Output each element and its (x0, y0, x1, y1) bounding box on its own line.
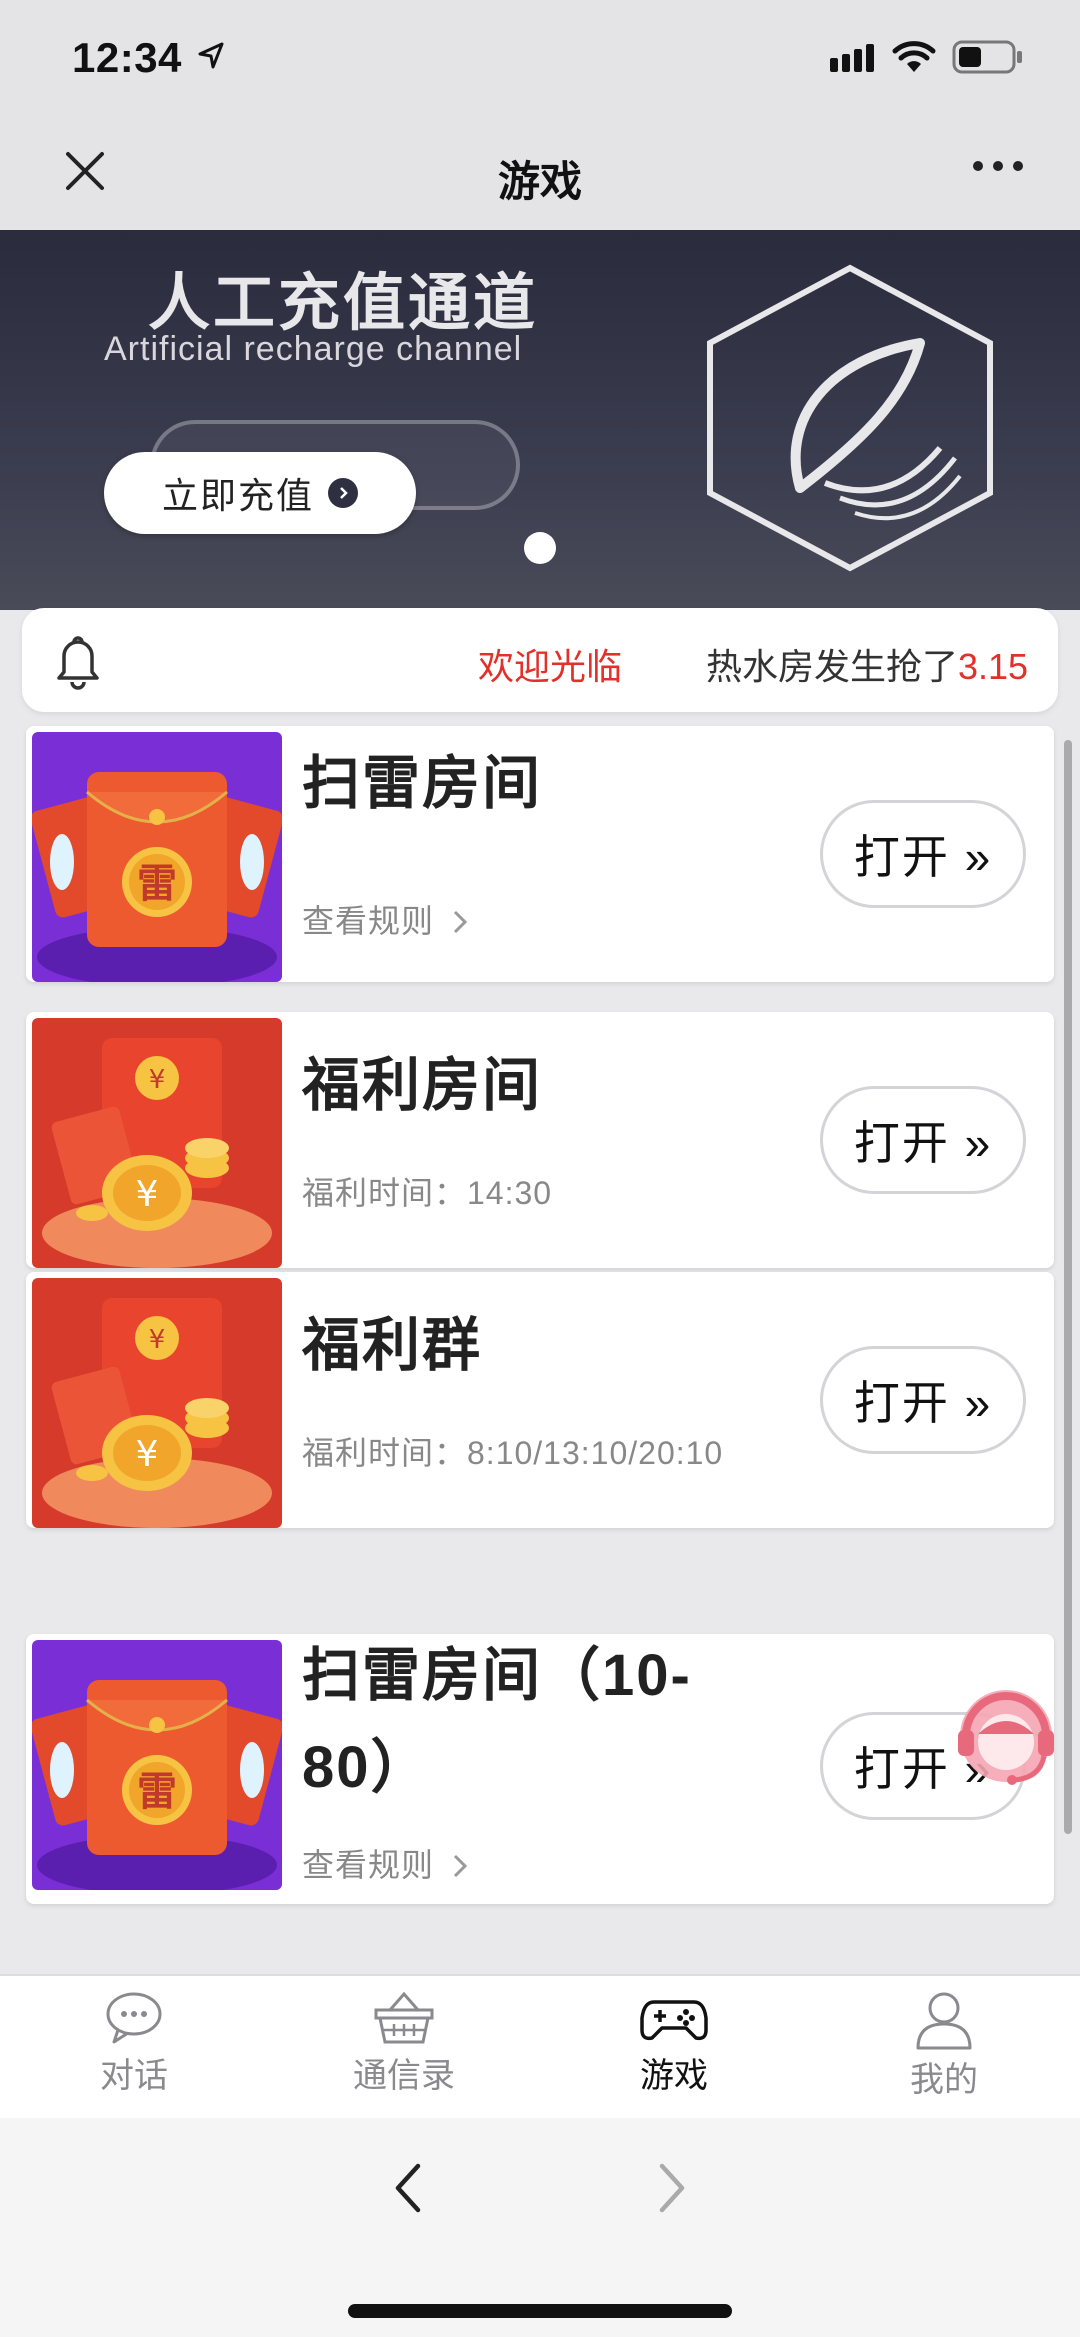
back-arrow-icon[interactable] (388, 2158, 428, 2218)
red-envelope-coins-icon: ¥ ¥ (32, 1278, 282, 1528)
gamepad-icon (640, 2000, 708, 2041)
notice-message: 热水房发生抢了3.15 (706, 646, 1029, 687)
notice-bar: 欢迎光临 热水房发生抢了3.15 (22, 608, 1058, 712)
tab-label: 我的 (910, 2061, 978, 2099)
svg-text:雷: 雷 (137, 1769, 177, 1815)
tab-label: 游戏 (640, 2057, 708, 2095)
game-thumbnail: 雷 (32, 732, 282, 982)
open-button[interactable]: 打开 » (820, 1346, 1026, 1454)
page-title: 游戏 (497, 158, 582, 205)
red-envelope-mine-icon: 雷 (32, 732, 282, 982)
navigation-bar: 游戏 (0, 118, 1080, 230)
tab-contacts[interactable]: 通信录 (304, 1990, 504, 2110)
recharge-now-button[interactable]: 立即充值 (104, 452, 416, 534)
game-card: ¥ ¥ 福利房间 福利时间：14:30 打开 » (26, 1012, 1054, 1268)
notice-welcome: 欢迎光临 (478, 646, 623, 687)
game-title: 福利群 (302, 1313, 483, 1378)
red-envelope-coins-icon: ¥ ¥ (32, 1018, 282, 1268)
view-rules-link[interactable]: 查看规则 (302, 896, 470, 942)
game-title-line-1: 扫雷房间（10- (302, 1643, 692, 1708)
bell-icon (57, 636, 99, 690)
carousel-indicator[interactable] (524, 532, 556, 564)
tab-label: 通信录 (353, 2057, 455, 2095)
tab-label: 对话 (100, 2057, 168, 2095)
basket-icon (374, 1991, 434, 2044)
promo-banner[interactable]: 人工充值通道 Artificial recharge channel 立即充值 (0, 230, 1080, 610)
more-icon[interactable] (970, 156, 1026, 176)
scrollbar[interactable] (1064, 740, 1072, 1834)
game-card: 雷 扫雷房间 查看规则 打开 » (26, 726, 1054, 982)
bottom-tab-bar: 对话 通信录 游戏 我的 (0, 1974, 1080, 2118)
svg-text:雷: 雷 (137, 861, 177, 907)
battery-icon (952, 40, 1022, 74)
game-title-line-2: 80） (302, 1735, 431, 1800)
open-button[interactable]: 打开 » (820, 1086, 1026, 1194)
wifi-icon (892, 41, 936, 72)
game-thumbnail: ¥ ¥ (32, 1278, 282, 1528)
home-indicator[interactable] (348, 2304, 732, 2318)
game-title: 福利房间 (302, 1053, 543, 1118)
status-time: 12:34 (72, 34, 182, 81)
customer-service-icon[interactable] (944, 1678, 1068, 1802)
chevron-right-icon (453, 1854, 468, 1878)
recharge-now-label: 立即充值 (161, 475, 314, 516)
chevron-right-icon (328, 478, 358, 508)
location-arrow-icon (198, 42, 224, 69)
chevron-right-icon (453, 910, 468, 934)
game-title: 扫雷房间 (302, 751, 543, 816)
svg-text:¥: ¥ (149, 1065, 166, 1095)
tab-games[interactable]: 游戏 (574, 1990, 774, 2110)
status-bar: 12:34 (0, 0, 1080, 118)
red-envelope-mine-icon: 雷 (32, 1640, 282, 1890)
notice-amount: 3.15 (958, 646, 1029, 687)
tab-chat[interactable]: 对话 (34, 1990, 234, 2110)
view-rules-link[interactable]: 查看规则 (302, 1840, 470, 1886)
game-thumbnail: ¥ ¥ (32, 1018, 282, 1268)
cellular-signal-icon (830, 44, 874, 72)
game-schedule: 福利时间：14:30 (302, 1175, 553, 1211)
svg-text:¥: ¥ (149, 1325, 166, 1355)
banner-subtitle: Artificial recharge channel (104, 330, 523, 368)
game-card: ¥ ¥ 福利群 福利时间：8:10/13:10/20:10 打开 » (26, 1272, 1054, 1528)
game-schedule: 福利时间：8:10/13:10/20:10 (302, 1435, 724, 1471)
chat-icon (106, 1992, 162, 2044)
open-button[interactable]: 打开 » (820, 800, 1026, 908)
game-card: 雷 扫雷房间（10- 80） 查看规则 打开 » (26, 1634, 1054, 1904)
game-thumbnail: 雷 (32, 1640, 282, 1890)
svg-text:¥: ¥ (136, 1434, 159, 1475)
forward-arrow-icon[interactable] (652, 2158, 692, 2218)
user-icon (916, 1992, 972, 2050)
banner-title: 人工充值通道 (148, 269, 539, 338)
svg-text:¥: ¥ (136, 1174, 159, 1215)
tab-me[interactable]: 我的 (844, 1990, 1044, 2110)
brand-logo-icon (707, 264, 993, 572)
browser-toolbar (0, 2118, 1080, 2337)
